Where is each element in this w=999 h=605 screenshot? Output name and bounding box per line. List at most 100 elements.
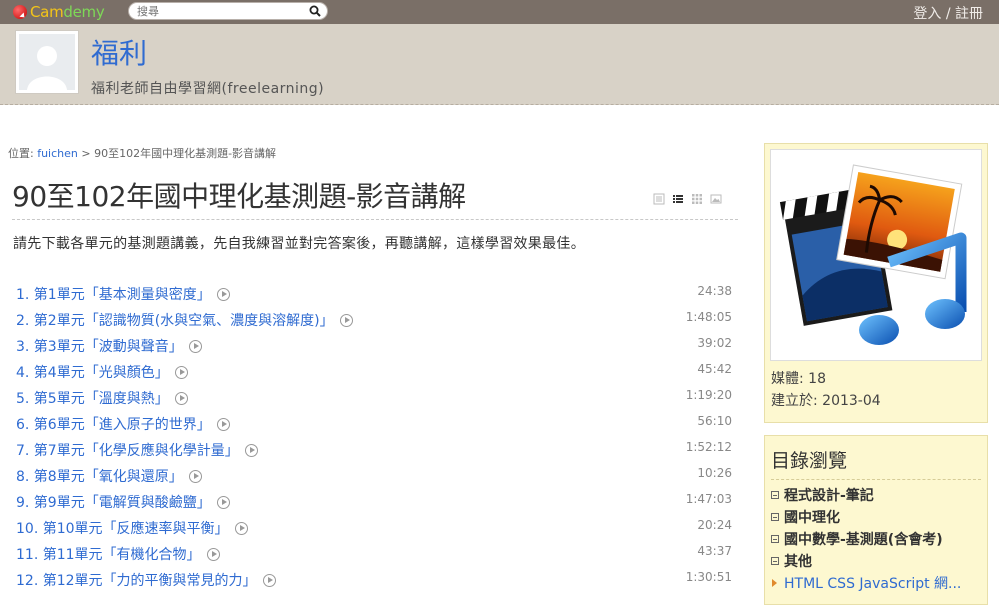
directory-item-label[interactable]: 程式設計-筆記	[784, 485, 874, 505]
episode-link[interactable]: 2. 第2單元「認識物質(水與空氣、濃度與溶解度)」	[16, 310, 353, 330]
episode-duration: 20:24	[697, 518, 732, 532]
episode-duration: 39:02	[697, 336, 732, 350]
episode-item[interactable]: 11. 第11單元「有機化合物」 43:37	[16, 540, 734, 566]
episode-item[interactable]: 7. 第7單元「化學反應與化學計量」 1:52:12	[16, 436, 734, 462]
episode-link[interactable]: 4. 第4單元「光與顏色」	[16, 362, 188, 382]
episode-link[interactable]: 10. 第10單元「反應速率與平衡」	[16, 518, 248, 538]
episode-title[interactable]: 7. 第7單元「化學反應與化學計量」	[16, 443, 239, 459]
directory-item[interactable]: 國中理化	[771, 506, 961, 528]
triangle-bullet-icon[interactable]	[772, 579, 777, 587]
login-register-link[interactable]: 登入 / 註冊	[913, 3, 983, 23]
play-icon[interactable]	[339, 313, 353, 327]
breadcrumb-user-link[interactable]: fuichen	[37, 147, 78, 160]
channel-header: 福利 福利老師自由學習網(freelearning)	[0, 24, 999, 105]
episode-title[interactable]: 8. 第8單元「氧化與還原」	[16, 469, 183, 485]
breadcrumb-separator: >	[77, 147, 95, 160]
play-icon[interactable]	[188, 339, 202, 353]
episode-duration: 45:42	[697, 362, 732, 376]
episode-link[interactable]: 3. 第3單元「波動與聲音」	[16, 336, 202, 356]
collapse-box-icon[interactable]	[771, 557, 779, 565]
episode-item[interactable]: 4. 第4單元「光與顏色」 45:42	[16, 358, 734, 384]
episode-link[interactable]: 9. 第9單元「電解質與酸鹼鹽」	[16, 492, 230, 512]
directory-item-label[interactable]: HTML CSS JavaScript 網...	[784, 573, 961, 593]
play-icon[interactable]	[174, 365, 188, 379]
created-date: 建立於: 2013-04	[771, 393, 881, 409]
episode-title[interactable]: 12. 第12單元「力的平衡與常見的力」	[16, 573, 257, 589]
episode-item[interactable]: 10. 第10單元「反應速率與平衡」 20:24	[16, 514, 734, 540]
episode-link[interactable]: 11. 第11單元「有機化合物」	[16, 544, 220, 564]
episode-item[interactable]: 9. 第9單元「電解質與酸鹼鹽」 1:47:03	[16, 488, 734, 514]
breadcrumb-prefix: 位置:	[8, 147, 38, 160]
collapse-box-icon[interactable]	[771, 513, 779, 521]
episode-link[interactable]: 6. 第6單元「進入原子的世界」	[16, 414, 230, 434]
episode-item[interactable]: 8. 第8單元「氧化與還原」 10:26	[16, 462, 734, 488]
login-register-text[interactable]: 登入 / 註冊	[913, 6, 983, 22]
play-icon[interactable]	[262, 573, 276, 587]
episode-duration: 43:37	[697, 544, 732, 558]
logo-text-demy: demy	[63, 3, 105, 21]
camdemy-logo[interactable]: Camdemy	[13, 3, 105, 21]
directory-list: 程式設計-筆記 國中理化 國中數學-基測題(含會考) 其他 HTML CSS JavaS…	[771, 484, 961, 594]
search-icon[interactable]	[309, 5, 321, 17]
episode-duration: 1:30:51	[685, 570, 732, 584]
media-info-box: 媒體: 18 建立於: 2013-04	[764, 143, 988, 423]
play-icon[interactable]	[206, 547, 220, 561]
list-detail-icon[interactable]	[653, 190, 665, 205]
view-mode-switcher	[653, 190, 722, 205]
episode-link[interactable]: 12. 第12單元「力的平衡與常見的力」	[16, 570, 276, 590]
episode-item[interactable]: 3. 第3單元「波動與聲音」 39:02	[16, 332, 734, 358]
episode-duration: 56:10	[697, 414, 732, 428]
logo-text-cam: Cam	[30, 3, 64, 21]
page-title: 90至102年國中理化基測題-影音講解	[12, 180, 466, 213]
episode-title[interactable]: 9. 第9單元「電解質與酸鹼鹽」	[16, 495, 211, 511]
play-icon[interactable]	[234, 521, 248, 535]
play-icon[interactable]	[244, 443, 258, 457]
directory-item[interactable]: 其他	[771, 550, 961, 572]
episode-duration: 1:48:05	[685, 310, 732, 324]
directory-item-label[interactable]: 其他	[784, 551, 812, 571]
directory-title: 目錄瀏覽	[771, 450, 848, 472]
collapse-box-icon[interactable]	[771, 491, 779, 499]
media-meta: 媒體: 18 建立於: 2013-04	[771, 368, 881, 412]
list-icon[interactable]	[672, 190, 684, 203]
play-icon[interactable]	[174, 391, 188, 405]
directory-item[interactable]: 程式設計-筆記	[771, 484, 961, 506]
episode-title[interactable]: 3. 第3單元「波動與聲音」	[16, 339, 183, 355]
play-icon[interactable]	[216, 495, 230, 509]
episode-title[interactable]: 11. 第11單元「有機化合物」	[16, 547, 201, 563]
play-icon[interactable]	[216, 417, 230, 431]
grid-icon[interactable]	[691, 190, 703, 204]
play-icon[interactable]	[188, 469, 202, 483]
itunes-media-icon	[779, 164, 967, 345]
play-icon[interactable]	[216, 287, 230, 301]
episode-duration: 1:47:03	[685, 492, 732, 506]
episode-link[interactable]: 8. 第8單元「氧化與還原」	[16, 466, 202, 486]
breadcrumb-current: 90至102年國中理化基測題-影音講解	[94, 147, 277, 160]
directory-item[interactable]: 國中數學-基測題(含會考)	[771, 528, 961, 550]
intro-text: 請先下載各單元的基測題講義，先自我練習並對完答案後，再聽講解，這樣學習效果最佳。	[13, 236, 585, 252]
episode-title[interactable]: 1. 第1單元「基本測量與密度」	[16, 287, 211, 303]
episode-title[interactable]: 6. 第6單元「進入原子的世界」	[16, 417, 211, 433]
channel-title[interactable]: 福利	[91, 32, 147, 72]
search-input[interactable]	[137, 4, 307, 18]
episode-item[interactable]: 5. 第5單元「溫度與熱」 1:19:20	[16, 384, 734, 410]
directory-divider	[771, 479, 981, 480]
directory-item-label[interactable]: 國中理化	[784, 507, 840, 527]
episode-title[interactable]: 2. 第2單元「認識物質(水與空氣、濃度與溶解度)」	[16, 313, 334, 329]
episode-item[interactable]: 12. 第12單元「力的平衡與常見的力」 1:30:51	[16, 566, 734, 592]
avatar[interactable]	[15, 30, 79, 94]
episode-link[interactable]: 5. 第5單元「溫度與熱」	[16, 388, 188, 408]
episode-title[interactable]: 4. 第4單元「光與顏色」	[16, 365, 169, 381]
directory-item-label[interactable]: 國中數學-基測題(含會考)	[784, 529, 943, 549]
episode-title[interactable]: 10. 第10單元「反應速率與平衡」	[16, 521, 229, 537]
episode-item[interactable]: 2. 第2單元「認識物質(水與空氣、濃度與溶解度)」 1:48:05	[16, 306, 734, 332]
episode-link[interactable]: 1. 第1單元「基本測量與密度」	[16, 284, 230, 304]
episode-title[interactable]: 5. 第5單元「溫度與熱」	[16, 391, 169, 407]
episode-link[interactable]: 7. 第7單元「化學反應與化學計量」	[16, 440, 258, 460]
image-icon[interactable]	[710, 190, 722, 204]
episode-item[interactable]: 1. 第1單元「基本測量與密度」 24:38	[16, 280, 734, 306]
top-bar: Camdemy 登入 / 註冊	[0, 0, 999, 24]
collapse-box-icon[interactable]	[771, 535, 779, 543]
episode-item[interactable]: 6. 第6單元「進入原子的世界」 56:10	[16, 410, 734, 436]
media-thumbnail[interactable]	[770, 149, 982, 361]
